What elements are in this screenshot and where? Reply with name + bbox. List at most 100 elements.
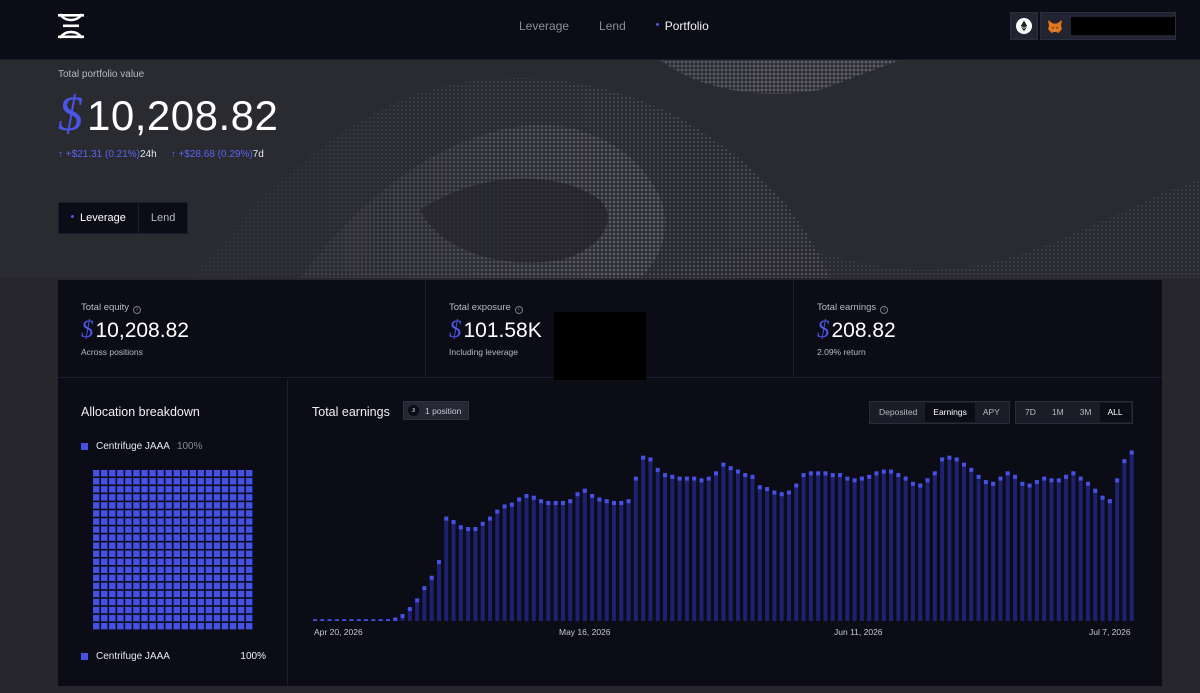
earnings-bar[interactable] (772, 490, 777, 622)
earnings-bar[interactable] (342, 619, 347, 621)
earnings-bar[interactable] (466, 527, 471, 621)
earnings-bar[interactable] (867, 474, 872, 621)
earnings-bar[interactable] (364, 619, 369, 621)
earnings-bar[interactable] (786, 490, 791, 622)
earnings-bar[interactable] (1100, 495, 1105, 621)
nav-lend[interactable]: Lend (599, 19, 626, 33)
earnings-bar[interactable] (852, 478, 857, 621)
earnings-bar[interactable] (641, 455, 646, 621)
earnings-bar[interactable] (451, 520, 456, 621)
earnings-bar[interactable] (684, 476, 689, 621)
earnings-bar[interactable] (648, 457, 653, 621)
earnings-bar[interactable] (407, 607, 412, 621)
earnings-bar[interactable] (983, 480, 988, 621)
earnings-bar[interactable] (830, 473, 835, 621)
earnings-bar[interactable] (568, 499, 573, 621)
earnings-bar[interactable] (590, 493, 595, 621)
earnings-bar[interactable] (940, 457, 945, 621)
earnings-bar[interactable] (845, 476, 850, 621)
earnings-bar[interactable] (998, 476, 1003, 621)
earnings-bar[interactable] (553, 500, 558, 621)
earnings-bar[interactable] (816, 471, 821, 621)
earnings-bar[interactable] (429, 575, 434, 621)
earnings-bar[interactable] (918, 483, 923, 621)
earnings-bar[interactable] (874, 471, 879, 621)
earnings-bar[interactable] (575, 492, 580, 621)
earnings-bar[interactable] (444, 516, 449, 621)
earnings-bar[interactable] (655, 467, 660, 621)
earnings-bar[interactable] (757, 485, 762, 621)
earnings-bar[interactable] (349, 619, 354, 621)
earnings-bar[interactable] (699, 478, 704, 621)
earnings-bar[interactable] (663, 473, 668, 621)
earnings-bar[interactable] (582, 488, 587, 621)
earnings-bar[interactable] (604, 499, 609, 621)
earnings-bar[interactable] (714, 471, 719, 621)
earnings-bar[interactable] (808, 471, 813, 621)
earnings-bar[interactable] (633, 476, 638, 621)
earnings-bar[interactable] (925, 478, 930, 621)
earnings-bar[interactable] (976, 474, 981, 621)
earnings-bar[interactable] (706, 476, 711, 621)
earnings-bar[interactable] (502, 504, 507, 621)
earnings-bar[interactable] (597, 497, 602, 621)
earnings-bar[interactable] (517, 497, 522, 621)
earnings-bar[interactable] (393, 617, 398, 621)
earnings-bar[interactable] (961, 462, 966, 621)
earnings-bar[interactable] (1027, 483, 1032, 621)
earnings-bar[interactable] (334, 619, 339, 621)
earnings-bar[interactable] (473, 527, 478, 621)
app-logo-icon[interactable] (57, 12, 85, 40)
earnings-bar[interactable] (947, 455, 952, 621)
earnings-bar[interactable] (488, 516, 493, 621)
earnings-bar[interactable] (539, 499, 544, 621)
earnings-bar[interactable] (728, 466, 733, 621)
earnings-bar[interactable] (765, 487, 770, 621)
earnings-bar[interactable] (1122, 459, 1127, 621)
earnings-bar[interactable] (1020, 481, 1025, 621)
earnings-bar[interactable] (458, 525, 463, 621)
earnings-bar[interactable] (546, 500, 551, 621)
earnings-bar[interactable] (670, 474, 675, 621)
earnings-bar[interactable] (735, 469, 740, 621)
earnings-bar[interactable] (677, 476, 682, 621)
earnings-bar[interactable] (1064, 474, 1069, 621)
earnings-bar[interactable] (838, 473, 843, 621)
earnings-bar[interactable] (327, 619, 332, 621)
earnings-bar[interactable] (1093, 488, 1098, 621)
earnings-bar[interactable] (1013, 474, 1018, 621)
nav-leverage[interactable]: Leverage (519, 19, 569, 33)
earnings-bar[interactable] (991, 481, 996, 621)
info-icon[interactable]: i (880, 306, 889, 314)
earnings-bar[interactable] (954, 457, 959, 621)
earnings-bar[interactable] (1078, 476, 1083, 621)
earnings-bar[interactable] (611, 500, 616, 621)
earnings-bar[interactable] (1107, 499, 1112, 621)
earnings-bar[interactable] (889, 469, 894, 621)
earnings-bar[interactable] (779, 492, 784, 621)
earnings-bar[interactable] (932, 471, 937, 621)
earnings-bar[interactable] (743, 473, 748, 621)
earnings-bar[interactable] (1034, 480, 1039, 621)
earnings-bar[interactable] (692, 476, 697, 621)
toggle-lend[interactable]: Lend (139, 203, 187, 233)
nav-portfolio[interactable]: Portfolio (655, 19, 709, 33)
earnings-bar[interactable] (896, 473, 901, 621)
earnings-bar[interactable] (1071, 471, 1076, 621)
earnings-bar[interactable] (801, 473, 806, 621)
earnings-bar[interactable] (1056, 478, 1061, 621)
earnings-bar[interactable] (313, 619, 318, 621)
earnings-bar[interactable] (823, 471, 828, 621)
info-icon[interactable]: i (133, 306, 142, 314)
earnings-bar[interactable] (1129, 450, 1134, 621)
earnings-bar[interactable] (480, 521, 485, 621)
earnings-bar[interactable] (969, 467, 974, 621)
earnings-bar[interactable] (910, 481, 915, 621)
info-icon[interactable]: i (514, 306, 523, 314)
earnings-bar[interactable] (881, 469, 886, 621)
earnings-bar[interactable] (721, 462, 726, 621)
earnings-bar[interactable] (560, 500, 565, 621)
earnings-bar[interactable] (1085, 481, 1090, 621)
earnings-bar[interactable] (371, 619, 376, 621)
earnings-bar[interactable] (509, 502, 514, 621)
